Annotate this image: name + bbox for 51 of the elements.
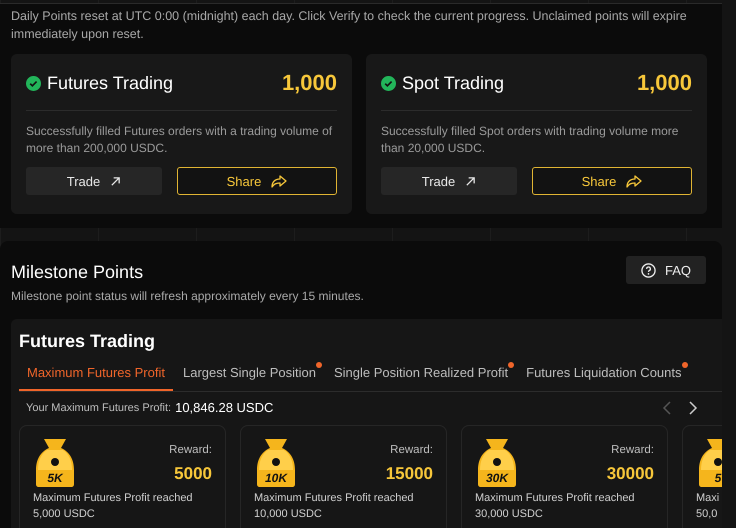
reward-description: 10,000 USDC xyxy=(254,507,323,522)
share-button[interactable]: Share xyxy=(177,167,337,195)
trade-button[interactable]: Trade xyxy=(26,167,162,195)
arrow-icon xyxy=(110,176,122,186)
section-subtitle: Milestone point status will refresh approximately every 15 minutes. xyxy=(11,289,365,303)
profit-value: 10,846.28 USDC xyxy=(175,400,274,415)
faq-button[interactable]: FAQ xyxy=(626,256,706,284)
tab[interactable]: Maximum Futures Profit xyxy=(19,361,173,391)
reward-description: 50,0 xyxy=(696,507,718,522)
reward-description: Maxi xyxy=(696,491,720,506)
badge-label: 10K xyxy=(264,471,288,485)
task-title: Spot Trading xyxy=(402,72,506,94)
panel-title: Futures Trading xyxy=(19,331,156,352)
reward-description: 30,000 USDC xyxy=(475,507,544,522)
reward-label: Reward: xyxy=(390,444,433,456)
badge-label: 5 xyxy=(714,471,722,485)
profit-label: Your Maximum Futures Profit: xyxy=(26,402,172,414)
arrow-icon xyxy=(465,176,476,186)
reward-description: Maximum Futures Profit reached xyxy=(254,491,415,506)
tab[interactable]: Futures Liquidation Counts xyxy=(518,361,690,391)
badge-label: 5K xyxy=(46,471,64,485)
tab[interactable]: Single Position Realized Profit xyxy=(326,361,516,391)
points-value: 1,000 xyxy=(282,70,337,96)
share-button[interactable]: Share xyxy=(532,167,692,195)
tab[interactable]: Largest Single Position xyxy=(174,361,324,391)
chevron-right-icon[interactable] xyxy=(688,400,698,414)
check-icon xyxy=(381,76,396,90)
reward-value: 5000 xyxy=(174,464,212,484)
reward-label: Reward: xyxy=(611,444,654,456)
money-bag-icon xyxy=(475,438,519,488)
reward-description: Maximum Futures Profit reached xyxy=(33,491,194,506)
reward-description: Maximum Futures Profit reached xyxy=(475,491,636,506)
trade-button[interactable]: Trade xyxy=(381,167,517,195)
reward-value: 15000 xyxy=(386,464,433,484)
section-title: Milestone Points xyxy=(11,262,144,284)
reward-description: 5,000 USDC xyxy=(33,507,96,522)
reward-value: 30000 xyxy=(606,464,654,484)
money-bag-icon xyxy=(33,438,77,488)
task-description: Successfully filled Spot orders with trading volume more than 20,000 USDC. xyxy=(381,123,680,157)
share-icon xyxy=(626,174,642,188)
points-value: 1,000 xyxy=(636,70,692,96)
help-icon xyxy=(640,262,656,278)
check-icon xyxy=(26,76,41,90)
reward-label: Reward: xyxy=(169,444,212,456)
task-title: Futures Trading xyxy=(47,72,174,94)
chevron-left-icon[interactable] xyxy=(662,400,672,414)
notice-text: Daily Points reset at UTC 0:00 (midnight) each day. Click Verify to check the current progress. Unclaimed points will expire immediately upon reset. xyxy=(11,8,688,43)
badge-label: 30K xyxy=(484,471,510,485)
money-bag-icon xyxy=(254,438,298,488)
share-icon xyxy=(271,174,288,188)
task-description: Successfully filled Futures orders with a trading volume of more than 200,000 USDC. xyxy=(26,123,334,157)
